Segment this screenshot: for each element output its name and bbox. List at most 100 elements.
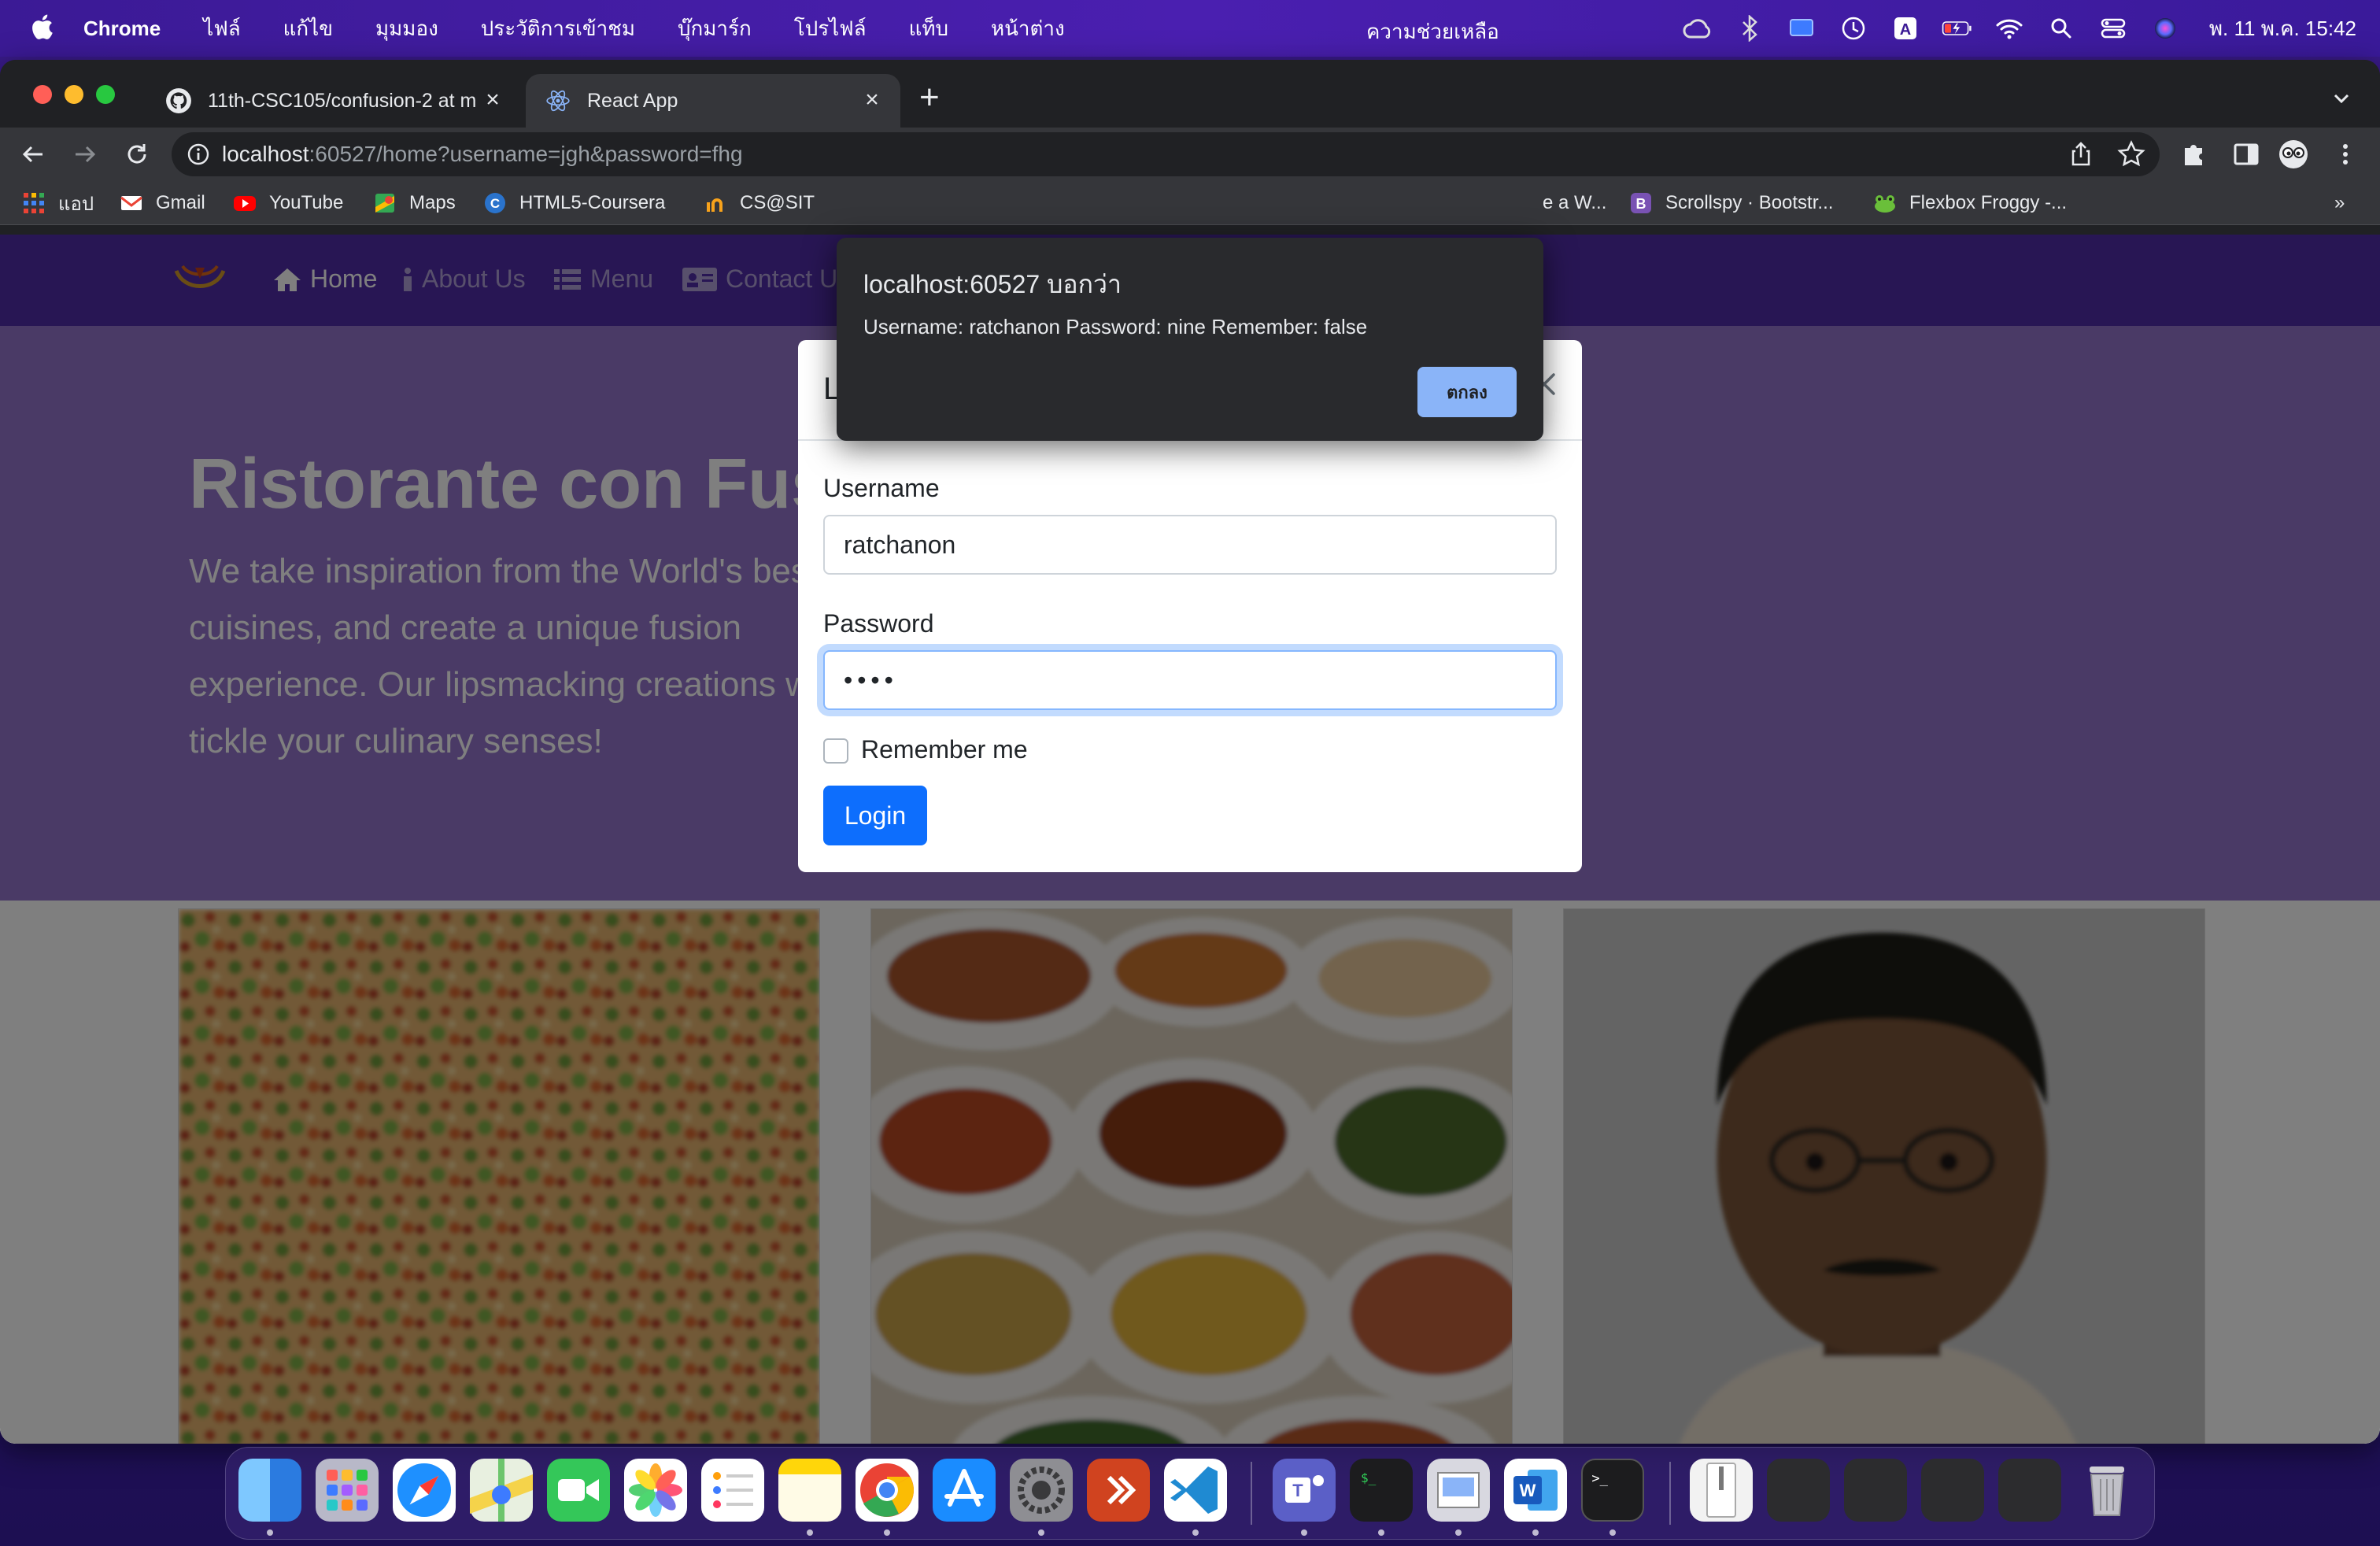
photos-icon[interactable] <box>624 1459 687 1522</box>
react-icon <box>546 90 570 112</box>
password-field[interactable] <box>823 650 1557 710</box>
bookmark-cs-sit[interactable]: CS@SIT <box>704 190 815 216</box>
reload-icon[interactable] <box>121 139 153 170</box>
menu-file[interactable]: ไฟล์ <box>203 13 240 45</box>
running-indicator <box>1192 1529 1199 1536</box>
input-source-icon[interactable]: A <box>1890 13 1921 44</box>
chrome-menu-kebab-icon[interactable] <box>2330 139 2361 170</box>
profile-avatar-icon[interactable] <box>2278 139 2309 170</box>
screen-mirroring-icon[interactable] <box>1786 13 1817 44</box>
close-window-button[interactable] <box>33 85 52 104</box>
url-host: localhost <box>222 142 309 166</box>
running-indicator <box>1301 1529 1307 1536</box>
minimize-window-button[interactable] <box>65 85 83 104</box>
tab-react-app[interactable]: React App × <box>526 74 900 128</box>
minimized-finder-thumbnail[interactable] <box>1921 1459 1984 1522</box>
maps-app-icon[interactable] <box>470 1459 533 1522</box>
share-icon[interactable] <box>2065 139 2097 170</box>
safari-icon[interactable] <box>393 1459 456 1522</box>
menu-help[interactable]: ความช่วยเหลือ <box>1366 16 1499 48</box>
zoom-window-button[interactable] <box>96 85 115 104</box>
trash-icon[interactable] <box>2075 1459 2138 1522</box>
address-bar[interactable]: localhost:60527/home?username=jgh&passwo… <box>172 132 2160 176</box>
running-indicator <box>267 1529 273 1536</box>
menu-edit[interactable]: แก้ไข <box>283 13 333 45</box>
coursera-icon: C <box>485 193 505 213</box>
site-info-icon[interactable] <box>186 142 211 167</box>
bookmark-star-icon[interactable] <box>2116 139 2147 170</box>
tab-github[interactable]: 11th-CSC105/confusion-2 at m × <box>146 74 521 128</box>
siri-icon[interactable] <box>2149 13 2181 44</box>
menu-app-name[interactable]: Chrome <box>83 17 161 41</box>
wifi-icon[interactable] <box>1994 13 2025 44</box>
bookmark-label: Maps <box>409 192 456 213</box>
bookmark-youtube[interactable]: YouTube <box>233 190 343 216</box>
running-indicator <box>1038 1529 1044 1536</box>
side-panel-icon[interactable] <box>2230 139 2262 170</box>
reminders-icon[interactable] <box>701 1459 764 1522</box>
bookmark-apps[interactable]: แอป <box>22 190 94 216</box>
menu-view[interactable]: มุมมอง <box>375 13 438 45</box>
bluetooth-icon[interactable] <box>1734 13 1765 44</box>
minimized-finder-thumbnail-2[interactable] <box>1998 1459 2061 1522</box>
running-indicator <box>807 1529 813 1536</box>
macos-menu-bar: Chrome ไฟล์ แก้ไข มุมมอง ประวัติการเข้าช… <box>0 0 2380 57</box>
back-arrow-icon[interactable] <box>17 139 49 170</box>
apple-icon[interactable] <box>30 11 54 43</box>
microsoft-teams-icon[interactable]: T <box>1273 1459 1336 1522</box>
app-store-icon[interactable] <box>933 1459 996 1522</box>
tab-search-chevron-icon[interactable] <box>2330 87 2353 110</box>
spotlight-search-icon[interactable] <box>2046 13 2077 44</box>
new-tab-button[interactable]: + <box>919 80 951 115</box>
browser-toolbar: localhost:60527/home?username=jgh&passwo… <box>0 128 2380 181</box>
remote-desktop-icon[interactable] <box>1087 1459 1150 1522</box>
menu-profiles[interactable]: โปรไฟล์ <box>794 13 867 45</box>
google-chrome-icon[interactable] <box>856 1459 918 1522</box>
preview-icon[interactable] <box>1427 1459 1490 1522</box>
bookmark-html5-coursera[interactable]: C HTML5-Coursera <box>483 190 665 216</box>
bookmark-maps[interactable]: Maps <box>373 190 456 216</box>
remember-me-label[interactable]: Remember me <box>861 735 1028 764</box>
minimized-window-thumbnail[interactable] <box>1767 1459 1830 1522</box>
notes-icon[interactable] <box>778 1459 841 1522</box>
menu-bookmarks[interactable]: บุ๊กมาร์ก <box>678 13 752 45</box>
bookmark-flexbox-froggy[interactable]: Flexbox Froggy -... <box>1873 190 2067 216</box>
password-label: Password <box>823 609 934 638</box>
zip-archive-icon[interactable] <box>1690 1459 1753 1522</box>
minimized-vscode-thumbnail[interactable] <box>1844 1459 1907 1522</box>
alert-ok-button[interactable]: ตกลง <box>1417 367 1517 417</box>
microsoft-word-icon[interactable]: W <box>1504 1459 1567 1522</box>
bookmark-label: CS@SIT <box>740 192 815 213</box>
system-preferences-icon[interactable] <box>1010 1459 1073 1522</box>
bookmark-partial[interactable]: e a W... <box>1543 190 1606 216</box>
terminal-icon[interactable]: >_ <box>1581 1459 1644 1522</box>
creative-cloud-icon[interactable] <box>1682 13 1713 44</box>
username-field[interactable] <box>823 515 1557 575</box>
vscode-icon[interactable] <box>1164 1459 1227 1522</box>
bookmark-gmail[interactable]: Gmail <box>120 190 205 216</box>
control-center-icon[interactable] <box>2097 13 2129 44</box>
close-tab-icon[interactable]: × <box>480 88 505 113</box>
bookmarks-overflow-button[interactable]: » <box>2334 190 2345 216</box>
close-tab-icon[interactable]: × <box>859 88 885 113</box>
extensions-puzzle-icon[interactable] <box>2179 139 2210 170</box>
launchpad-icon[interactable] <box>316 1459 379 1522</box>
menu-window[interactable]: หน้าต่าง <box>991 13 1065 45</box>
youtube-icon <box>234 196 256 211</box>
menu-tab[interactable]: แท็บ <box>909 13 948 45</box>
username-label: Username <box>823 474 940 502</box>
menu-bar-clock[interactable]: พ. 11 พ.ค. 15:42 <box>2209 13 2356 45</box>
login-button[interactable]: Login <box>823 786 927 845</box>
bookmark-scrollspy[interactable]: B Scrollspy · Bootstr... <box>1629 190 1833 216</box>
menu-history[interactable]: ประวัติการเข้าชม <box>481 13 635 45</box>
tab-title: 11th-CSC105/confusion-2 at m <box>208 89 477 112</box>
terminal-green-icon[interactable]: $_ <box>1350 1459 1413 1522</box>
battery-icon[interactable] <box>1942 13 1973 44</box>
finder-icon[interactable] <box>238 1459 301 1522</box>
time-machine-icon[interactable] <box>1838 13 1869 44</box>
bookmark-label: YouTube <box>269 192 344 213</box>
forward-arrow-icon[interactable] <box>69 139 101 170</box>
remember-me-checkbox[interactable] <box>823 738 848 764</box>
facetime-icon[interactable] <box>547 1459 610 1522</box>
browser-alert-dialog: localhost:60527 บอกว่า Username: ratchan… <box>837 238 1543 441</box>
